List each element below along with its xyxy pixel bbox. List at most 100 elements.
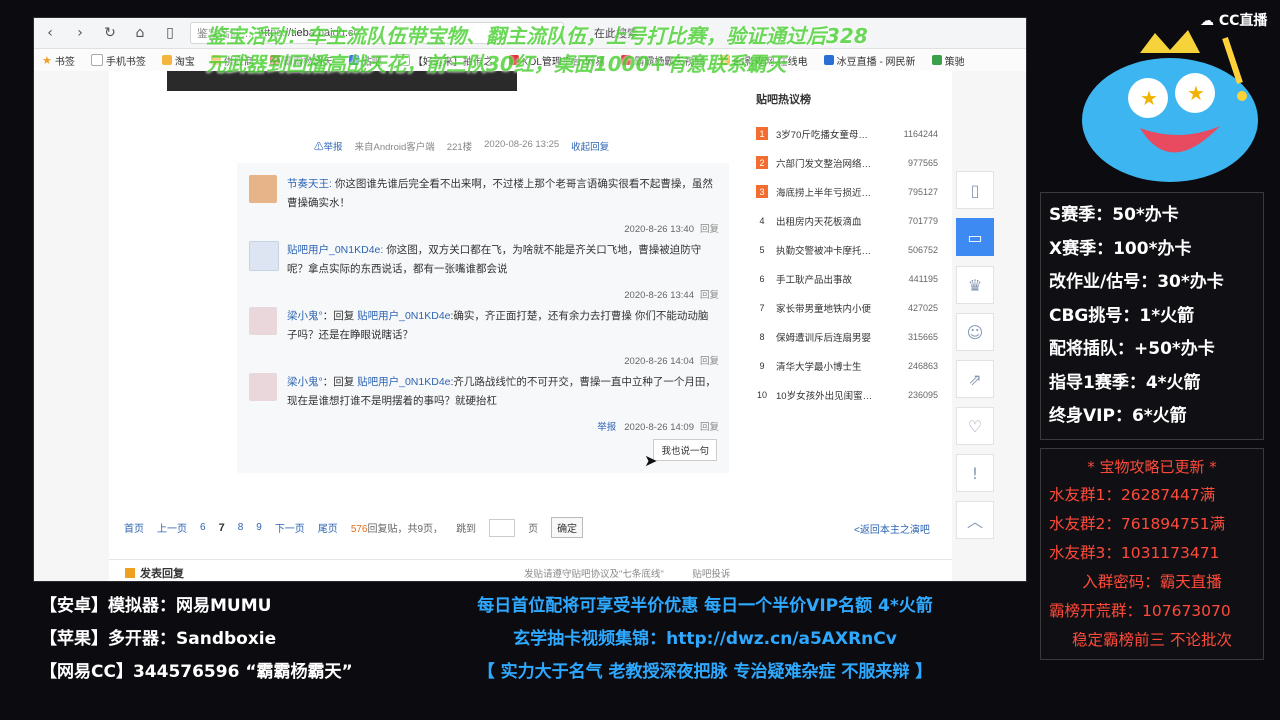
hot-topic-item[interactable]: 5 执勤交警被冲卡摩托… 506752 <box>756 235 938 264</box>
hot-topic-item[interactable]: 6 手工耿产品出事故 441195 <box>756 264 938 293</box>
info-line: 【苹果】多开器：Sandboxie <box>40 629 277 649</box>
hot-topic-item[interactable]: 8 保姆遭训斥后连扇男婴 315665 <box>756 322 938 351</box>
say-something-button[interactable]: 我也说一句 <box>653 439 717 461</box>
reply-action[interactable]: 回复 <box>700 422 719 433</box>
share-icon[interactable]: ⇗ <box>956 360 994 398</box>
collapse-replies-link[interactable]: 收起回复 <box>571 139 609 153</box>
hot-topic-count: 246863 <box>907 360 938 371</box>
bookmark-item[interactable]: 淘宝 <box>161 53 195 68</box>
folder-icon <box>161 55 172 65</box>
alert-icon[interactable]: ! <box>956 454 994 492</box>
gift-icon[interactable]: ♛ <box>956 266 994 304</box>
reply-action[interactable]: 回复 <box>700 224 719 235</box>
avatar[interactable] <box>249 373 277 401</box>
page-input[interactable] <box>489 518 516 537</box>
complaint-link[interactable]: 贴吧投诉 <box>692 569 730 580</box>
group-password: 入群密码：霸天直播 <box>1082 573 1222 591</box>
report-link[interactable]: ⚠举报 <box>314 139 343 153</box>
reply-username[interactable]: 梁小鬼° <box>287 376 323 388</box>
back-to-forum-link[interactable]: <返回本主之演吧 <box>854 521 930 536</box>
bookmark-item[interactable]: 策驰 <box>931 53 965 68</box>
hot-topic-title[interactable]: 清华大学最小博士生 <box>776 359 908 373</box>
reader-icon[interactable]: ▯ <box>160 23 180 43</box>
reply-target-username[interactable]: 贴吧用户_0N1KD4e <box>357 310 450 322</box>
reply-username[interactable]: 节奏天王: <box>287 178 332 190</box>
comment-icon[interactable]: ▭ <box>956 218 994 256</box>
hot-topic-title[interactable]: 10岁女孩外出见闺蜜… <box>776 388 908 402</box>
overlay-scroll-text: 鉴宝活动：车主流队伍带宝物、翻主流队伍，上号打比赛，验证通过后328 元武器到回… <box>206 24 868 76</box>
reply-username[interactable]: 贴吧用户_0N1KD4e: <box>287 244 383 256</box>
confirm-button[interactable]: 确定 <box>551 517 584 538</box>
page-link[interactable]: 9 <box>256 522 262 533</box>
avatar[interactable] <box>249 175 277 203</box>
info-line: 【安卓】模拟器：网易MUMU <box>40 596 272 616</box>
hot-topic-title[interactable]: 海底捞上半年亏损近… <box>776 185 908 199</box>
hot-topic-item[interactable]: 1 3岁70斤吃播女童母… 1164244 <box>756 119 938 148</box>
mascot-image: ★ ★ <box>1082 30 1258 182</box>
bookmark-item[interactable]: 手机书签 <box>90 53 146 68</box>
reply-action[interactable]: 回复 <box>700 290 719 301</box>
hot-topic-item[interactable]: 9 清华大学最小博士生 246863 <box>756 351 938 380</box>
avatar[interactable] <box>249 307 277 335</box>
hot-topic-item[interactable]: 4 出租房内天花板滴血 701779 <box>756 206 938 235</box>
tieba-page: ⚠举报 来自Android客户端 221楼 2020-08-26 13:25 收… <box>34 71 1026 581</box>
hot-topic-rank: 2 <box>756 156 768 169</box>
reply-count: 576回复贴，共9页， <box>350 524 444 535</box>
scroll-top-icon[interactable]: ︿ <box>956 501 994 539</box>
price-item: X赛季：100*办卡 <box>1049 238 1192 259</box>
group-item: 霸榜开荒群：107673070 <box>1049 602 1231 620</box>
hot-topic-item[interactable]: 10 10岁女孩外出见闺蜜… 236095 <box>756 380 938 409</box>
hot-topic-rank: 7 <box>759 302 765 313</box>
prev-page-link[interactable]: 上一页 <box>157 520 187 535</box>
hot-topic-item[interactable]: 3 海底捞上半年亏损近… 795127 <box>756 177 938 206</box>
hot-topics-list: 1 3岁70斤吃播女童母… 1164244 2 六部门发文整治网络… 977565 3 海底捞… <box>756 119 938 409</box>
bookmark-item[interactable]: ★ 书签 <box>42 53 75 68</box>
avatar[interactable] <box>249 241 279 271</box>
reply-action[interactable]: 回复 <box>700 356 719 367</box>
back-icon[interactable]: ‹ <box>40 23 60 43</box>
svg-text:★: ★ <box>1140 86 1158 110</box>
groups-heading: * 宝物攻略已更新 * <box>1087 458 1217 476</box>
hot-topic-title[interactable]: 3岁70斤吃播女童母… <box>776 127 904 141</box>
report-link[interactable]: 举报 <box>597 422 616 433</box>
hot-topic-rank: 1 <box>756 127 768 140</box>
first-page-link[interactable]: 首页 <box>124 520 144 535</box>
promo-line: 玄学抽卡视频集锦：http://dwz.cn/a5AXRnCv <box>513 629 897 649</box>
hot-topic-title[interactable]: 执勤交警被冲卡摩托… <box>776 243 908 257</box>
hot-topic-title[interactable]: 保姆遭训斥后连扇男婴 <box>776 330 908 344</box>
hot-topic-title[interactable]: 手工耿产品出事故 <box>776 272 909 286</box>
hot-topic-rank: 6 <box>759 273 765 284</box>
mobile-icon[interactable]: ▯ <box>956 171 994 209</box>
last-page-link[interactable]: 尾页 <box>318 520 338 535</box>
mouse-cursor-icon: ➤ <box>644 451 658 470</box>
site-icon <box>931 55 942 65</box>
page-icon <box>90 54 103 66</box>
hot-topic-title[interactable]: 家长带男童地铁内小便 <box>776 301 908 315</box>
price-item: 终身VIP：6*火箭 <box>1049 406 1187 426</box>
home-icon[interactable]: ⌂ <box>130 23 150 43</box>
hot-topic-title[interactable]: 六部门发文整治网络… <box>776 156 908 170</box>
reply-time: 2020-8-26 13:40 回复 <box>624 224 719 235</box>
hot-topics-title: 贴吧热议榜 <box>756 94 811 106</box>
hot-topic-title[interactable]: 出租房内天花板滴血 <box>776 214 908 228</box>
reply-target-username[interactable]: 贴吧用户_0N1KD4e <box>357 376 450 388</box>
hot-topic-item[interactable]: 7 家长带男童地铁内小便 427025 <box>756 293 938 322</box>
reply-username[interactable]: 梁小鬼° <box>287 310 323 322</box>
page-link[interactable]: 6 <box>200 522 206 533</box>
refresh-icon[interactable]: ↻ <box>100 23 120 43</box>
hot-topic-item[interactable]: 2 六部门发文整治网络… 977565 <box>756 148 938 177</box>
reply-time: 2020-8-26 13:44 回复 <box>624 290 719 301</box>
rules-link[interactable]: 发贴请遵守贴吧协议及"七条底线" <box>524 569 664 580</box>
price-list-panel: S赛季：50*办卡 X赛季：100*办卡 改作业/估号：30*办卡 CBG挑号：… <box>1040 192 1264 440</box>
post-meta: ⚠举报 来自Android客户端 221楼 2020-08-26 13:25 收… <box>314 139 609 153</box>
group-note: 稳定霸榜前三 不论批次 <box>1072 631 1232 649</box>
forward-icon[interactable]: › <box>70 23 90 43</box>
user-icon[interactable]: ☺ <box>956 313 994 351</box>
reply-text: 梁小鬼°：回复 贴吧用户_0N1KD4e:齐几路战线忙的不可开交，曹操一直中立种… <box>287 376 716 407</box>
page-link[interactable]: 8 <box>238 522 244 533</box>
hot-topic-rank: 5 <box>759 244 765 255</box>
heart-icon[interactable]: ♡ <box>956 407 994 445</box>
next-page-link[interactable]: 下一页 <box>275 520 305 535</box>
price-item: 配将插队：+50*办卡 <box>1049 339 1215 359</box>
price-item: 改作业/估号：30*办卡 <box>1049 272 1224 292</box>
